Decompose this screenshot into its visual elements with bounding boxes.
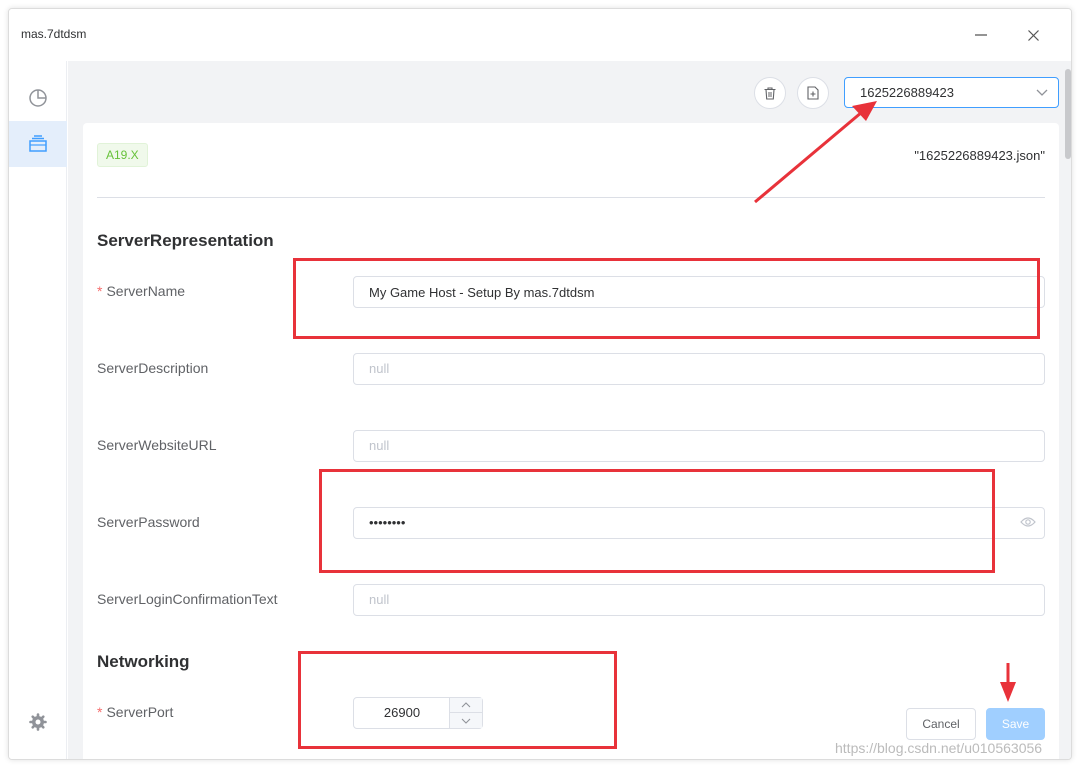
main-content: 1625226889423 A19.X "1625226889423.json"…	[68, 61, 1071, 759]
decrement-button[interactable]	[450, 713, 482, 728]
server-description-input[interactable]: null	[353, 353, 1045, 385]
server-password-value: ••••••••	[369, 515, 406, 530]
server-name-input[interactable]	[353, 276, 1045, 308]
minimize-button[interactable]	[969, 23, 993, 47]
section-title-networking: Networking	[97, 652, 190, 671]
server-login-confirmation-label: ServerLoginConfirmationText	[97, 591, 278, 607]
server-password-label: ServerPassword	[97, 514, 200, 530]
server-website-url-input[interactable]: null	[353, 430, 1045, 462]
config-select[interactable]: 1625226889423	[844, 77, 1059, 108]
cancel-button[interactable]: Cancel	[906, 708, 976, 740]
eye-icon[interactable]	[1020, 516, 1036, 528]
save-button[interactable]: Save	[986, 708, 1045, 740]
divider	[97, 197, 1045, 198]
server-port-value[interactable]: 26900	[354, 698, 450, 728]
server-website-url-label: ServerWebsiteURL	[97, 437, 217, 453]
server-port-stepper[interactable]: 26900	[353, 697, 483, 729]
chevron-down-icon	[1036, 89, 1048, 96]
minimize-icon	[975, 34, 987, 36]
sidebar-item-dashboard[interactable]	[9, 75, 67, 121]
trash-icon	[764, 86, 776, 100]
scrollbar[interactable]	[1065, 69, 1071, 159]
server-login-confirmation-input[interactable]: null	[353, 584, 1045, 616]
version-tag: A19.X	[97, 143, 148, 167]
app-window: mas.7dtdsm 1625226889423 A19.X "16252268…	[8, 8, 1072, 760]
required-marker: *	[97, 283, 103, 299]
server-description-label: ServerDescription	[97, 360, 209, 376]
server-name-label: * ServerName	[97, 283, 186, 299]
new-config-button[interactable]	[797, 77, 829, 109]
dashboard-icon	[29, 89, 47, 107]
window-title: mas.7dtdsm	[21, 27, 87, 41]
required-marker: *	[97, 704, 103, 720]
stepper-controls	[449, 698, 482, 728]
sidebar-item-server[interactable]	[9, 121, 67, 167]
sidebar	[9, 61, 67, 759]
chevron-up-icon	[461, 702, 471, 708]
server-port-label: * ServerPort	[97, 704, 174, 720]
settings-icon	[29, 713, 47, 731]
server-icon	[29, 135, 47, 152]
close-icon	[1027, 29, 1039, 41]
config-select-value: 1625226889423	[860, 85, 954, 100]
config-card: A19.X "1625226889423.json" ServerReprese…	[83, 123, 1059, 759]
sidebar-item-settings[interactable]	[9, 699, 67, 745]
chevron-down-icon	[461, 718, 471, 724]
title-bar: mas.7dtdsm	[9, 9, 1071, 61]
config-filename: "1625226889423.json"	[914, 148, 1045, 163]
section-title-server-representation: ServerRepresentation	[97, 231, 274, 250]
new-file-icon	[807, 86, 819, 100]
close-button[interactable]	[1021, 23, 1045, 47]
increment-button[interactable]	[450, 698, 482, 713]
delete-config-button[interactable]	[754, 77, 786, 109]
server-password-input[interactable]: ••••••••	[353, 507, 1045, 539]
